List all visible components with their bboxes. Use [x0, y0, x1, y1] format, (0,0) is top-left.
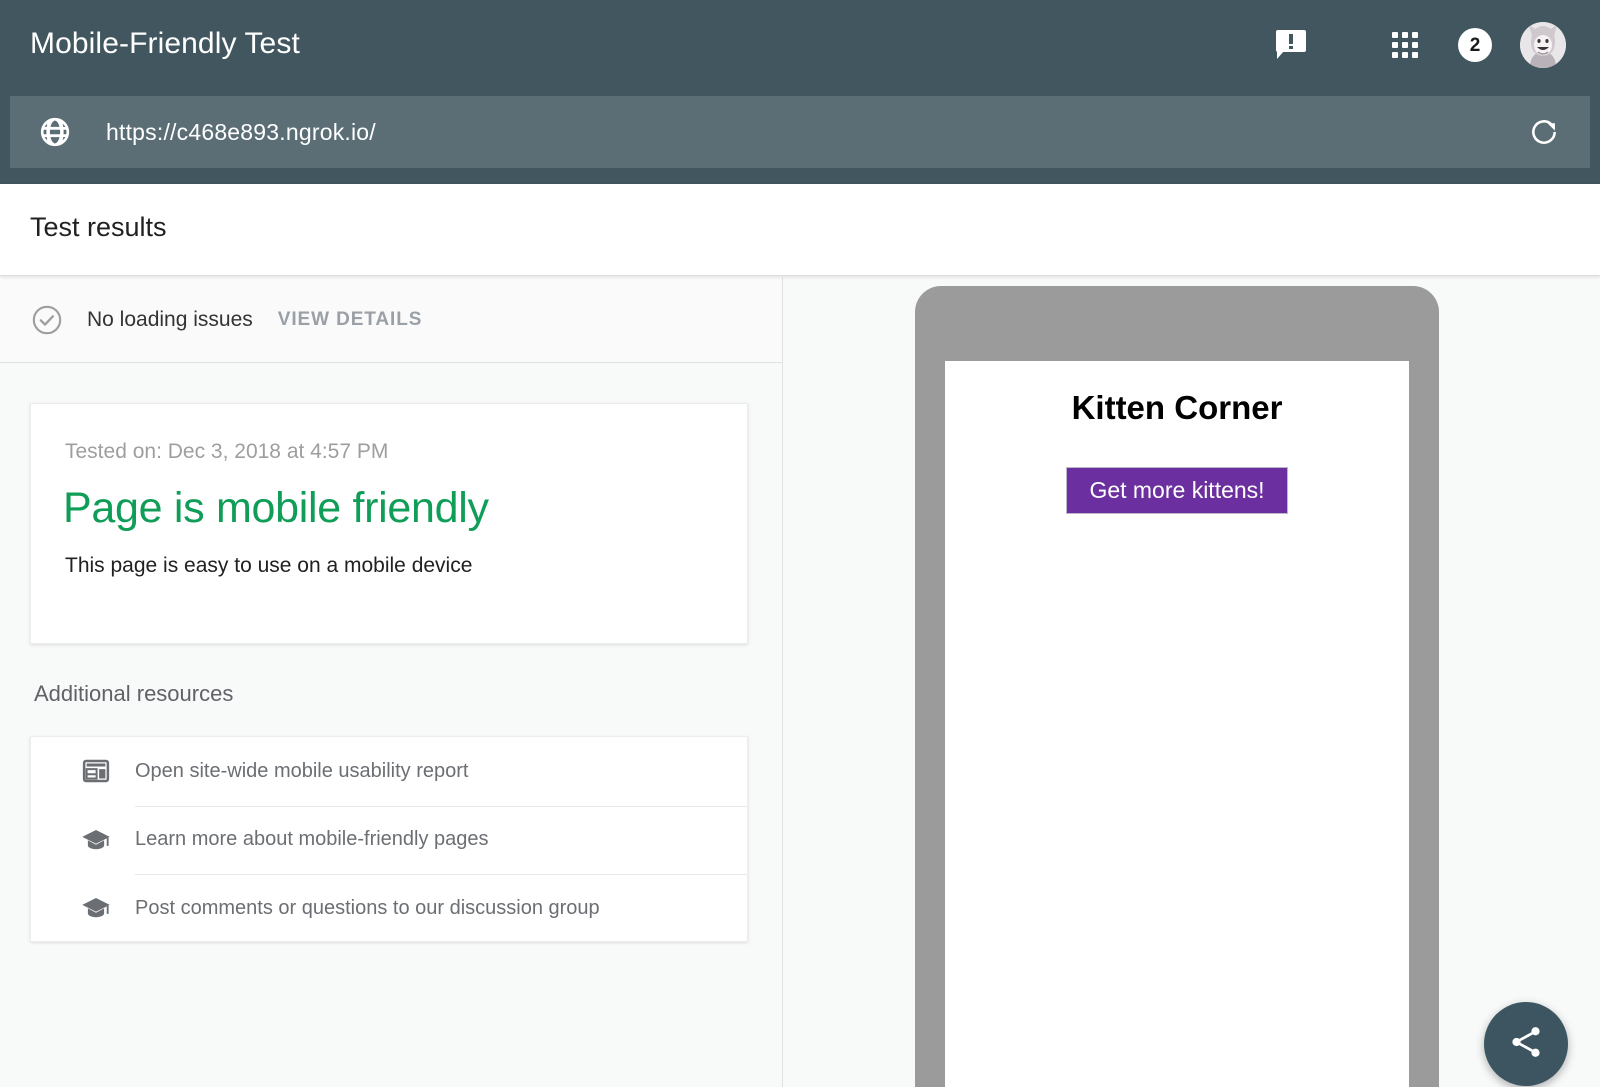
- graduation-cap-icon: [81, 825, 111, 855]
- view-details-link[interactable]: VIEW DETAILS: [278, 309, 423, 331]
- loading-status-text: No loading issues: [87, 308, 253, 332]
- additional-resources-list: Open site-wide mobile usability report L…: [30, 736, 748, 942]
- feedback-speech-bubble-icon: [1276, 30, 1306, 60]
- url-input[interactable]: [106, 119, 1528, 146]
- phone-screen: Kitten Corner Get more kittens!: [945, 361, 1409, 1087]
- page-title: Mobile-Friendly Test: [30, 27, 300, 61]
- share-button[interactable]: [1484, 1002, 1568, 1086]
- list-item-label: Open site-wide mobile usability report: [135, 760, 469, 783]
- url-bar[interactable]: [10, 96, 1590, 168]
- list-item[interactable]: Learn more about mobile-friendly pages: [31, 806, 747, 875]
- apps-grid-icon: [1392, 32, 1418, 58]
- share-icon: [1507, 1023, 1545, 1066]
- additional-resources-heading: Additional resources: [34, 681, 233, 707]
- reload-icon[interactable]: [1528, 116, 1560, 148]
- preview-page-title: Kitten Corner: [945, 389, 1409, 427]
- avatar: [1520, 22, 1566, 68]
- main-content: No loading issues VIEW DETAILS Tested on…: [0, 277, 1600, 1087]
- results-title: Test results: [30, 212, 167, 243]
- feedback-button[interactable]: [1262, 16, 1320, 74]
- verdict-text: Page is mobile friendly: [63, 484, 489, 533]
- list-item-label: Post comments or questions to our discus…: [135, 897, 600, 920]
- preview-panel: Kitten Corner Get more kittens!: [784, 277, 1600, 1087]
- test-results-header: Test results: [0, 184, 1600, 276]
- status-badge: 2: [1458, 28, 1492, 62]
- verdict-subtitle: This page is easy to use on a mobile dev…: [65, 554, 472, 578]
- header-actions: 2: [1262, 16, 1572, 74]
- list-item-label: Learn more about mobile-friendly pages: [135, 828, 489, 851]
- tested-on-timestamp: Tested on: Dec 3, 2018 at 4:57 PM: [65, 440, 388, 464]
- account-button[interactable]: [1514, 16, 1572, 74]
- loading-status-bar: No loading issues VIEW DETAILS: [0, 277, 782, 363]
- notification-count-button[interactable]: 2: [1446, 16, 1504, 74]
- preview-button-wrapper: Get more kittens!: [945, 467, 1409, 514]
- globe-icon: [38, 115, 72, 149]
- results-panel: No loading issues VIEW DETAILS Tested on…: [0, 277, 783, 1087]
- report-dashboard-icon: [81, 756, 111, 786]
- phone-preview-frame: Kitten Corner Get more kittens!: [915, 286, 1439, 1087]
- apps-button[interactable]: [1376, 16, 1434, 74]
- list-item[interactable]: Open site-wide mobile usability report: [31, 737, 747, 806]
- result-card: Tested on: Dec 3, 2018 at 4:57 PM Page i…: [30, 403, 748, 644]
- graduation-cap-icon: [81, 893, 111, 923]
- get-more-kittens-button[interactable]: Get more kittens!: [1066, 467, 1287, 514]
- list-item[interactable]: Post comments or questions to our discus…: [31, 874, 747, 943]
- check-circle-icon: [30, 303, 64, 337]
